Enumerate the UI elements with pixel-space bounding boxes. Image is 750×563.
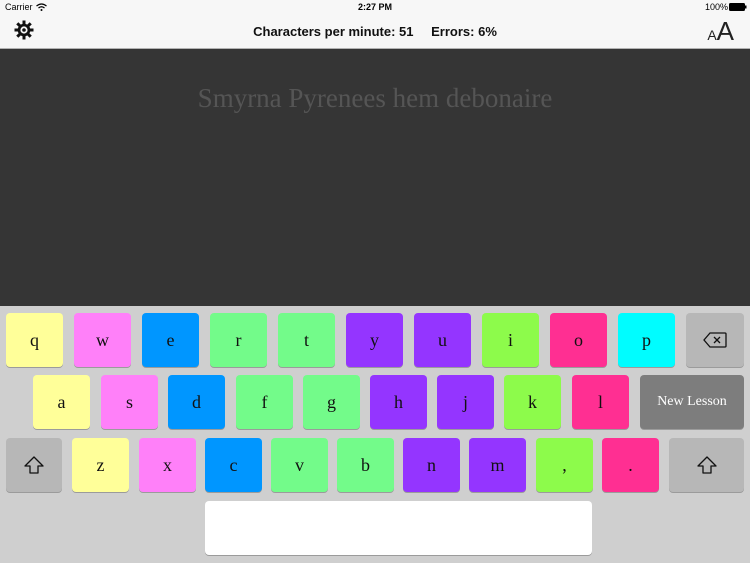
key-w[interactable]: w [74, 313, 131, 367]
key-z[interactable]: z [72, 438, 129, 492]
space-bar[interactable] [205, 501, 592, 555]
key-y[interactable]: y [346, 313, 403, 367]
key-comma[interactable]: , [536, 438, 593, 492]
key-u[interactable]: u [414, 313, 471, 367]
key-m[interactable]: m [469, 438, 526, 492]
key-g[interactable]: g [303, 375, 360, 429]
key-t[interactable]: t [278, 313, 335, 367]
shift-key-right[interactable] [669, 438, 744, 492]
battery-icon [729, 3, 747, 11]
key-k[interactable]: k [504, 375, 561, 429]
key-s[interactable]: s [101, 375, 158, 429]
key-x[interactable]: x [139, 438, 196, 492]
errors-label: Errors: 6% [431, 24, 497, 39]
shift-key-left[interactable] [6, 438, 62, 492]
key-c[interactable]: c [205, 438, 262, 492]
key-j[interactable]: j [437, 375, 494, 429]
key-r[interactable]: r [210, 313, 267, 367]
key-v[interactable]: v [271, 438, 328, 492]
key-f[interactable]: f [236, 375, 293, 429]
clock: 2:27 PM [357, 2, 392, 12]
key-d[interactable]: d [168, 375, 225, 429]
key-l[interactable]: l [572, 375, 629, 429]
backspace-key[interactable] [686, 313, 744, 367]
font-size-button[interactable]: AA [707, 16, 734, 47]
key-a[interactable]: a [33, 375, 90, 429]
lesson-area: Smyrna Pyrenees hem debonaire [0, 49, 750, 306]
backspace-icon [703, 332, 727, 348]
key-i[interactable]: i [482, 313, 539, 367]
shift-icon [696, 456, 717, 474]
key-o[interactable]: o [550, 313, 607, 367]
font-size-small-glyph: A [707, 27, 717, 43]
new-lesson-button[interactable]: New Lesson [640, 375, 744, 429]
shift-icon [24, 456, 44, 474]
key-period[interactable]: . [602, 438, 659, 492]
key-h[interactable]: h [370, 375, 427, 429]
cpm-label: Characters per minute: 51 [253, 24, 414, 39]
top-bar: Carrier 2:27 PM 100% Characters per minu… [0, 0, 750, 49]
key-e[interactable]: e [142, 313, 199, 367]
font-size-large-glyph: A [716, 16, 734, 46]
lesson-text: Smyrna Pyrenees hem debonaire [197, 83, 553, 113]
battery-percent: 100% [704, 2, 728, 12]
keyboard: q w e r t y u i o p a s d f g h j k l Ne… [0, 306, 750, 563]
key-p[interactable]: p [618, 313, 675, 367]
stats-bar: Characters per minute: 51 Errors: 6% [0, 24, 750, 39]
key-n[interactable]: n [403, 438, 460, 492]
key-q[interactable]: q [6, 313, 63, 367]
key-b[interactable]: b [337, 438, 394, 492]
